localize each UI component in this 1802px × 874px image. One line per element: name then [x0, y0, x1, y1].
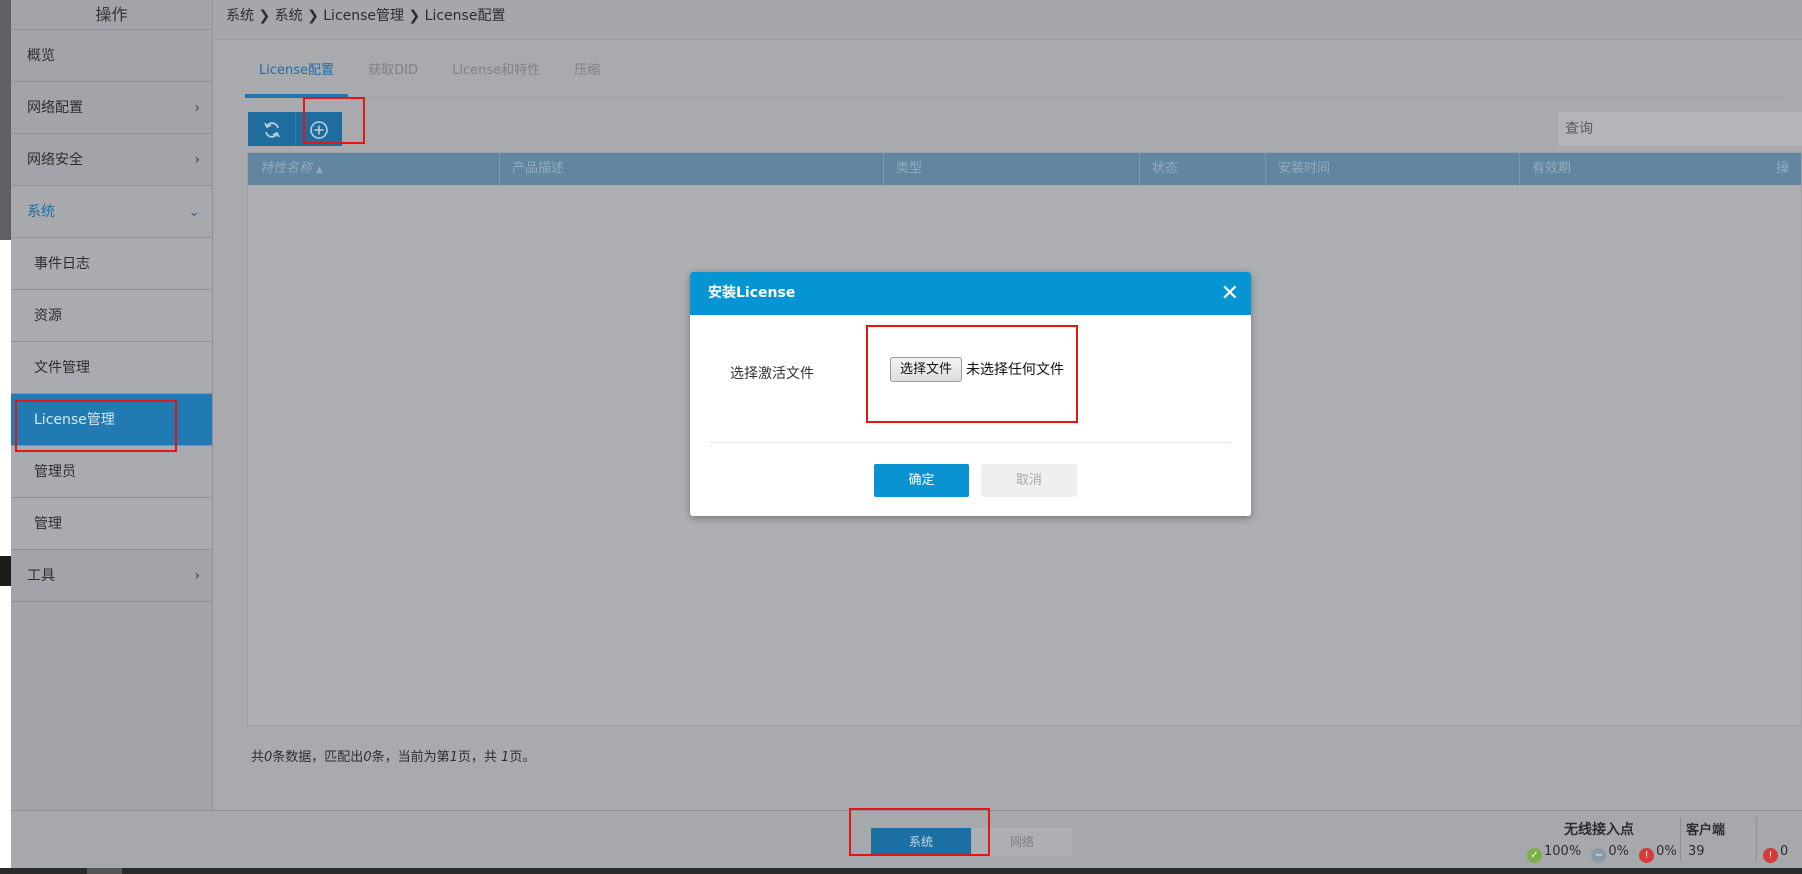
alarm-stats: ! 0 — [1763, 844, 1788, 863]
pager-matched: 0 — [363, 750, 372, 765]
taskbar-edge — [0, 868, 1802, 874]
sidebar-item-network-config[interactable]: 网络配置 › — [11, 82, 212, 134]
sidebar-item-system[interactable]: 系统 ⌄ — [11, 186, 212, 238]
pager-text: 条数据，匹配出 — [272, 750, 364, 765]
refresh-button[interactable] — [248, 112, 295, 146]
sidebar-subitem-label: 事件日志 — [34, 256, 90, 272]
tab-compress[interactable]: 压缩 — [560, 52, 614, 98]
sidebar-item-label: 网络安全 — [27, 152, 83, 168]
column-header-type[interactable]: 类型 — [884, 153, 1140, 185]
search-input[interactable]: 查询 — [1558, 112, 1802, 146]
sidebar-item-label: 概览 — [27, 48, 55, 64]
refresh-icon — [263, 122, 280, 138]
window-edge-marker — [0, 556, 11, 586]
chevron-right-icon: › — [194, 152, 200, 168]
pager-text: 页。 — [509, 750, 536, 765]
column-header-status[interactable]: 状态 — [1140, 153, 1266, 185]
breadcrumb: 系统 ❯ 系统 ❯ License管理 ❯ License配置 — [214, 0, 1802, 40]
confirm-button[interactable]: 确定 — [874, 464, 969, 497]
network-view-button[interactable]: 网络 — [972, 828, 1072, 856]
pager-text: 共 — [251, 750, 265, 765]
dialog-title: 安装License — [708, 285, 796, 301]
taskbar-marker — [87, 868, 122, 874]
sidebar-subitem-label: 管理 — [34, 516, 62, 532]
sidebar-subitem-label: License管理 — [34, 412, 115, 428]
wireless-ap-stats: ✓ 100% −0% ! 0% — [1527, 844, 1677, 863]
file-status-text: 未选择任何文件 — [966, 362, 1064, 378]
wireless-ap-title: 无线接入点 — [1564, 822, 1634, 838]
minus-icon: − — [1591, 848, 1607, 863]
sidebar-subitem-label: 资源 — [34, 308, 62, 324]
wireless-offline-pct: 0% — [1608, 844, 1629, 859]
plus-circle-icon — [310, 121, 328, 139]
wireless-fault-pct: 0% — [1656, 844, 1677, 859]
dialog-header: 安装License ✕ — [690, 272, 1251, 315]
wireless-online-pct: 100% — [1544, 844, 1582, 859]
sidebar-subitem-event-log[interactable]: 事件日志 — [11, 238, 212, 290]
check-icon: ✓ — [1527, 848, 1542, 863]
dialog-body: 选择激活文件 选择文件 未选择任何文件 — [690, 315, 1251, 471]
client-count: 39 — [1688, 844, 1705, 859]
window-edge-shadow — [0, 0, 11, 240]
system-view-button[interactable]: 系统 — [871, 828, 971, 856]
sidebar-subitem-license-management[interactable]: License管理 — [11, 394, 212, 446]
sidebar-item-tools[interactable]: 工具 › — [11, 550, 212, 602]
sidebar-item-label: 工具 — [27, 568, 55, 584]
close-icon[interactable]: ✕ — [1221, 272, 1239, 315]
add-license-button[interactable] — [295, 112, 342, 146]
chevron-right-icon: › — [194, 568, 200, 584]
client-title: 客户端 — [1686, 823, 1726, 838]
cancel-button[interactable]: 取消 — [981, 464, 1077, 497]
chevron-right-icon: › — [194, 100, 200, 116]
alert-icon: ! — [1763, 848, 1778, 863]
sidebar-subitem-management[interactable]: 管理 — [11, 498, 212, 550]
file-field-label: 选择激活文件 — [730, 366, 814, 382]
pager-current: 1 — [449, 750, 458, 765]
sidebar: 操作 概览 网络配置 › 网络安全 › 系统 ⌄ 事件日志 资源 文件管理 Li… — [11, 0, 213, 812]
sidebar-item-network-security[interactable]: 网络安全 › — [11, 134, 212, 186]
sidebar-subitem-resources[interactable]: 资源 — [11, 290, 212, 342]
sidebar-header: 操作 — [11, 0, 212, 30]
alert-icon: ! — [1639, 848, 1655, 863]
tab-bar: License配置 获取DID License和特性 压缩 — [245, 52, 1785, 98]
column-label: 特性名称 — [260, 161, 313, 176]
status-bar: 系统 网络 无线接入点 ✓ 100% −0% ! 0% 客户端 39 ! 0 — [11, 810, 1802, 868]
divider — [1756, 817, 1757, 861]
pager-text: 页，共 — [457, 750, 497, 765]
tab-get-did[interactable]: 获取DID — [354, 52, 432, 98]
sidebar-item-label: 网络配置 — [27, 100, 83, 116]
column-header-validity[interactable]: 有效期 — [1520, 153, 1774, 185]
sidebar-item-overview[interactable]: 概览 — [11, 30, 212, 82]
sidebar-subitem-label: 管理员 — [34, 464, 76, 480]
column-header-actions[interactable]: 操 — [1774, 153, 1802, 185]
tab-license-config[interactable]: License配置 — [245, 52, 349, 98]
sidebar-subitem-file-management[interactable]: 文件管理 — [11, 342, 212, 394]
install-license-dialog: 安装License ✕ 选择激活文件 选择文件 未选择任何文件 确定 取消 — [690, 272, 1251, 516]
divider — [1680, 817, 1681, 861]
chevron-down-icon: ⌄ — [188, 204, 200, 220]
sidebar-item-label: 系统 — [27, 204, 55, 220]
sidebar-subitem-label: 文件管理 — [34, 360, 90, 376]
column-header-install-time[interactable]: 安装时间 — [1266, 153, 1520, 185]
sort-asc-icon: ▲ — [316, 165, 323, 175]
pager-text: 条，当前为第 — [371, 750, 450, 765]
dialog-divider — [710, 442, 1231, 443]
column-header-product-desc[interactable]: 产品描述 — [500, 153, 884, 185]
tab-license-features[interactable]: License和特性 — [438, 52, 554, 98]
alarm-count: 0 — [1780, 844, 1789, 859]
choose-file-button[interactable]: 选择文件 — [890, 357, 962, 382]
window-edge — [0, 0, 11, 874]
table-header: 特性名称 ▲ 产品描述 类型 状态 安装时间 有效期 操 — [248, 153, 1801, 185]
column-header-feature-name[interactable]: 特性名称 ▲ — [248, 153, 500, 185]
sidebar-subitem-administrators[interactable]: 管理员 — [11, 446, 212, 498]
pagination-info: 共0条数据，匹配出0条，当前为第1页，共 1页。 — [251, 746, 535, 765]
